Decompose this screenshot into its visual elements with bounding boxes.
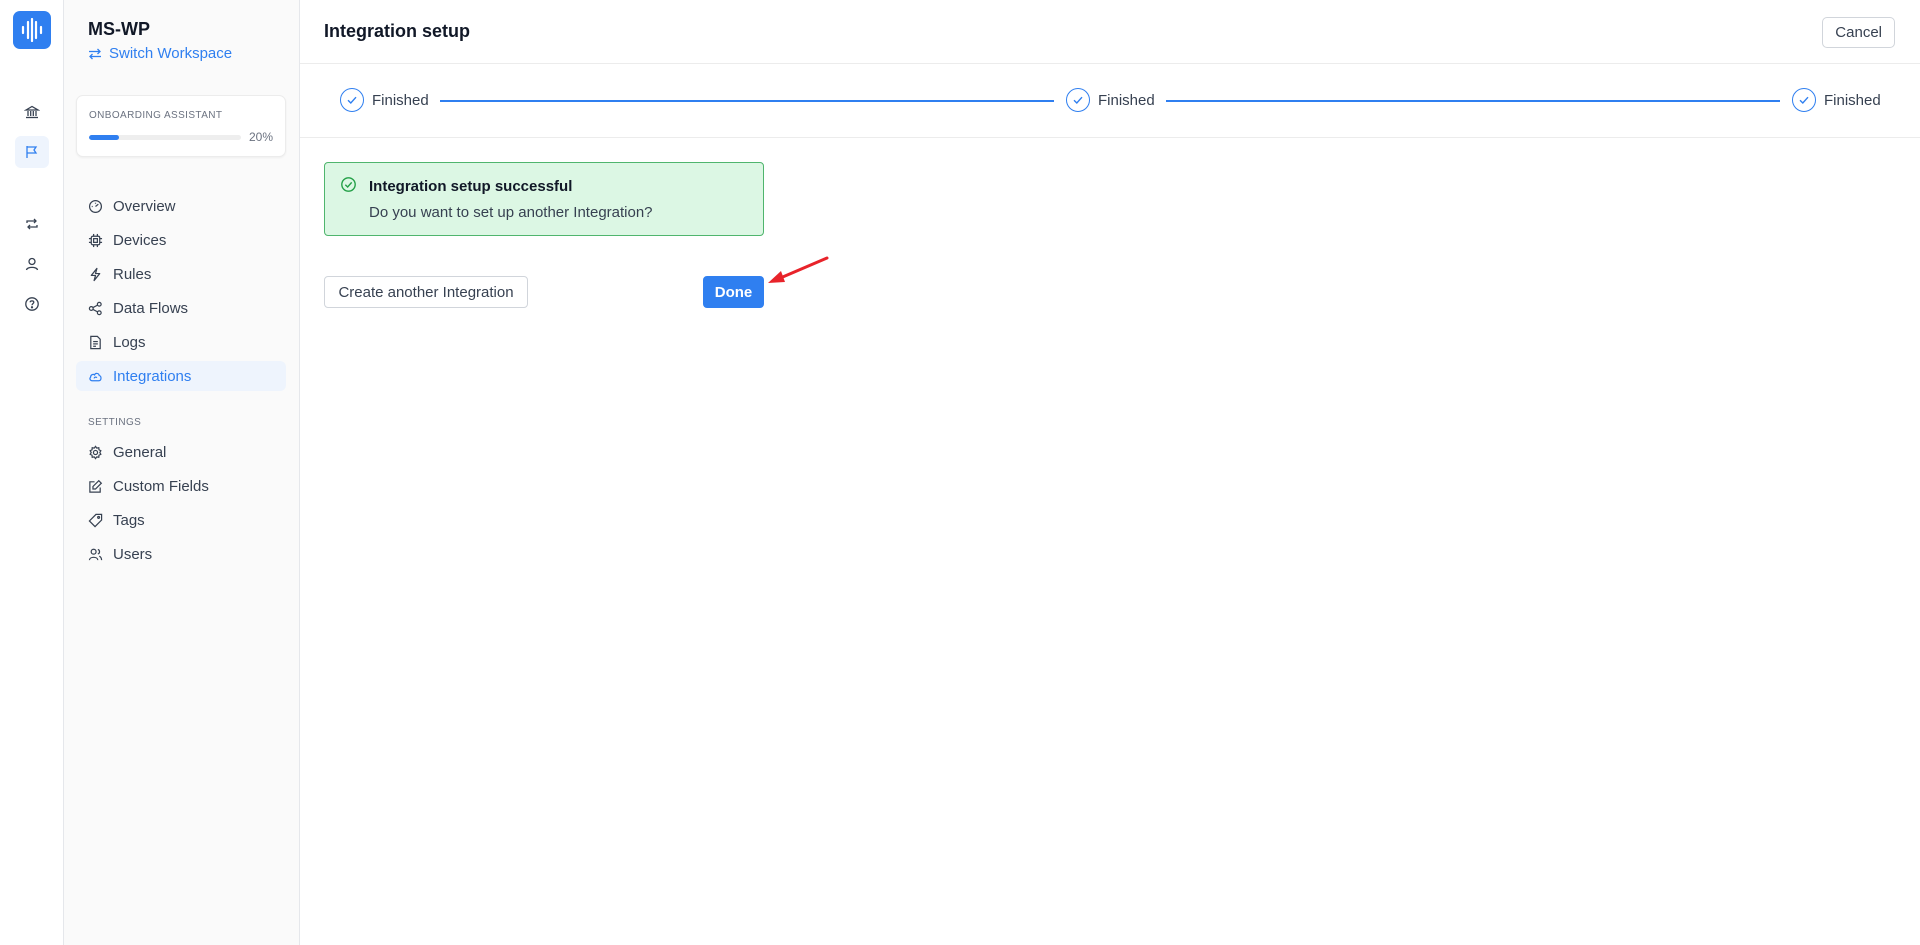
annotation-arrow-icon (768, 256, 829, 283)
sidebar-item-data-flows[interactable]: Data Flows (76, 293, 286, 323)
settings-section-label: SETTINGS (88, 417, 142, 428)
step-1: Finished (340, 88, 429, 112)
switch-workspace-link[interactable]: Switch Workspace (88, 45, 232, 62)
gauge-icon (88, 199, 103, 213)
check-icon (1066, 88, 1090, 112)
sidebar-item-rules[interactable]: Rules (76, 259, 286, 289)
check-circle-icon (341, 177, 356, 192)
workspace-name: MS-WP (88, 19, 150, 39)
step-connector (1166, 100, 1780, 102)
step-connector (440, 100, 1054, 102)
alert-title: Integration setup successful (369, 178, 573, 195)
sidebar-item-overview[interactable]: Overview (76, 191, 286, 221)
page-header: Integration setup Cancel (300, 0, 1920, 64)
log-file-icon (90, 335, 101, 349)
gear-icon (89, 444, 102, 460)
step-3: Finished (1792, 88, 1881, 112)
user-icon[interactable] (15, 248, 49, 280)
sidebar-item-tags[interactable]: Tags (76, 505, 286, 535)
sidebar-item-label: Users (113, 545, 153, 563)
onboarding-progress-bar (89, 135, 241, 140)
create-another-integration-button[interactable]: Create another Integration (324, 276, 528, 308)
onboarding-assistant-card[interactable]: ONBOARDING ASSISTANT 20% (76, 95, 286, 157)
step-label: Finished (1824, 91, 1881, 109)
sidebar-item-integrations[interactable]: Integrations (76, 361, 286, 391)
chip-icon (88, 233, 103, 247)
share-nodes-icon (88, 301, 102, 315)
sidebar-item-label: Custom Fields (113, 477, 209, 495)
help-circle-icon[interactable] (15, 288, 49, 320)
repeat-icon[interactable] (15, 208, 49, 240)
app-logo-icon[interactable] (13, 11, 51, 49)
sidebar-item-label: Devices (113, 231, 167, 249)
sidebar-item-label: General (113, 443, 167, 461)
page-title: Integration setup (324, 21, 471, 41)
bank-icon[interactable] (15, 96, 49, 128)
sidebar-item-label: Logs (113, 333, 146, 351)
alert-message: Do you want to set up another Integratio… (369, 204, 653, 221)
sidebar-item-label: Integrations (113, 367, 192, 385)
setup-stepper: Finished Finished Finished (300, 65, 1920, 138)
flag-icon[interactable] (15, 136, 49, 168)
switch-arrows-icon (89, 48, 101, 59)
lightning-icon (90, 267, 101, 281)
main-content: Integration setup Cancel Finished Finish… (300, 0, 1920, 945)
check-icon (340, 88, 364, 112)
sidebar-item-devices[interactable]: Devices (76, 225, 286, 255)
sidebar-item-logs[interactable]: Logs (76, 327, 286, 357)
onboarding-label: ONBOARDING ASSISTANT (89, 110, 223, 121)
edit-square-icon (89, 479, 103, 493)
done-button[interactable]: Done (703, 276, 764, 308)
step-label: Finished (1098, 91, 1155, 109)
onboarding-progress-percent: 20% (248, 130, 273, 144)
check-icon (1792, 88, 1816, 112)
sidebar-item-label: Data Flows (113, 299, 189, 317)
app-rail (0, 0, 64, 945)
step-label: Finished (372, 91, 429, 109)
cloud-sync-icon (89, 372, 102, 381)
success-alert: Integration setup successful Do you want… (324, 162, 764, 236)
sidebar-item-label: Rules (113, 265, 152, 283)
tag-icon (88, 513, 103, 527)
sidebar-item-general[interactable]: General (76, 437, 286, 467)
sidebar-item-custom-fields[interactable]: Custom Fields (76, 471, 286, 501)
sidebar-item-label: Tags (113, 511, 145, 529)
sidebar: MS-WP Switch Workspace ONBOARDING ASSIST… (64, 0, 300, 945)
users-icon (88, 548, 103, 560)
step-2: Finished (1066, 88, 1155, 112)
switch-workspace-label: Switch Workspace (109, 45, 233, 62)
sidebar-item-users[interactable]: Users (76, 539, 286, 569)
cancel-button[interactable]: Cancel (1822, 17, 1895, 48)
sidebar-item-label: Overview (113, 197, 176, 215)
onboarding-progress-fill (89, 135, 120, 140)
